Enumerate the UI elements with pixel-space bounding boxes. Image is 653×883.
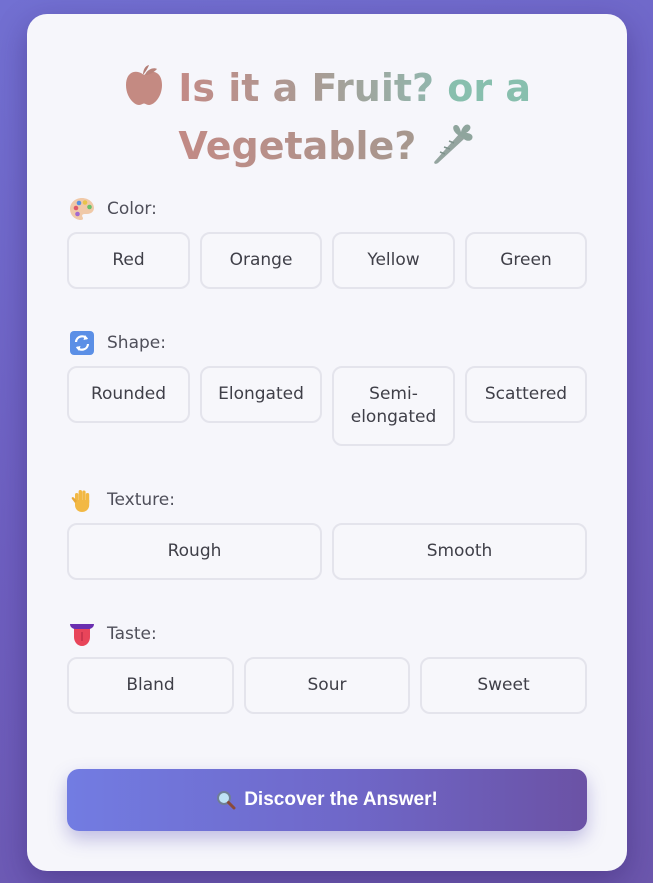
color-option-red[interactable]: Red (67, 232, 190, 289)
title-fruit: Is it a Fruit? (178, 66, 435, 110)
texture-label-text: Texture: (107, 490, 175, 510)
discover-answer-label: Discover the Answer! (244, 789, 438, 810)
taste-option-bland[interactable]: Bland (67, 657, 234, 714)
shape-label-text: Shape: (107, 333, 166, 353)
quiz-card: Is it a Fruit? or a Vegetable? Color: Re… (27, 14, 627, 871)
texture-option-smooth[interactable]: Smooth (332, 523, 587, 580)
shape-option-elongated[interactable]: Elongated (200, 366, 322, 423)
taste-section-label: Taste: (69, 621, 157, 647)
shape-section-label: Shape: (69, 330, 166, 356)
texture-option-rough[interactable]: Rough (67, 523, 322, 580)
color-option-orange[interactable]: Orange (200, 232, 322, 289)
color-option-green[interactable]: Green (465, 232, 587, 289)
taste-option-sour[interactable]: Sour (244, 657, 410, 714)
title-or: or a (447, 66, 532, 110)
color-section-label: Color: (69, 196, 157, 222)
raised-hand-icon (69, 487, 95, 513)
taste-label-text: Taste: (107, 624, 157, 644)
shape-option-rounded[interactable]: Rounded (67, 366, 190, 423)
page-title: Is it a Fruit? or a Vegetable? (27, 62, 627, 178)
color-option-yellow[interactable]: Yellow (332, 232, 455, 289)
shape-option-scattered[interactable]: Scattered (465, 366, 587, 423)
arrows-rotate-icon (69, 330, 95, 356)
title-vegetable: Vegetable? (178, 124, 417, 168)
magnifier-icon (216, 790, 236, 810)
color-label-text: Color: (107, 199, 157, 219)
texture-section-label: Texture: (69, 487, 175, 513)
apple-icon (123, 63, 165, 120)
carrot-icon (430, 121, 476, 178)
taste-option-sweet[interactable]: Sweet (420, 657, 587, 714)
discover-answer-button[interactable]: Discover the Answer! (67, 769, 587, 831)
tongue-icon (69, 621, 95, 647)
palette-icon (69, 196, 95, 222)
shape-option-semi-elongated[interactable]: Semi-elongated (332, 366, 455, 446)
